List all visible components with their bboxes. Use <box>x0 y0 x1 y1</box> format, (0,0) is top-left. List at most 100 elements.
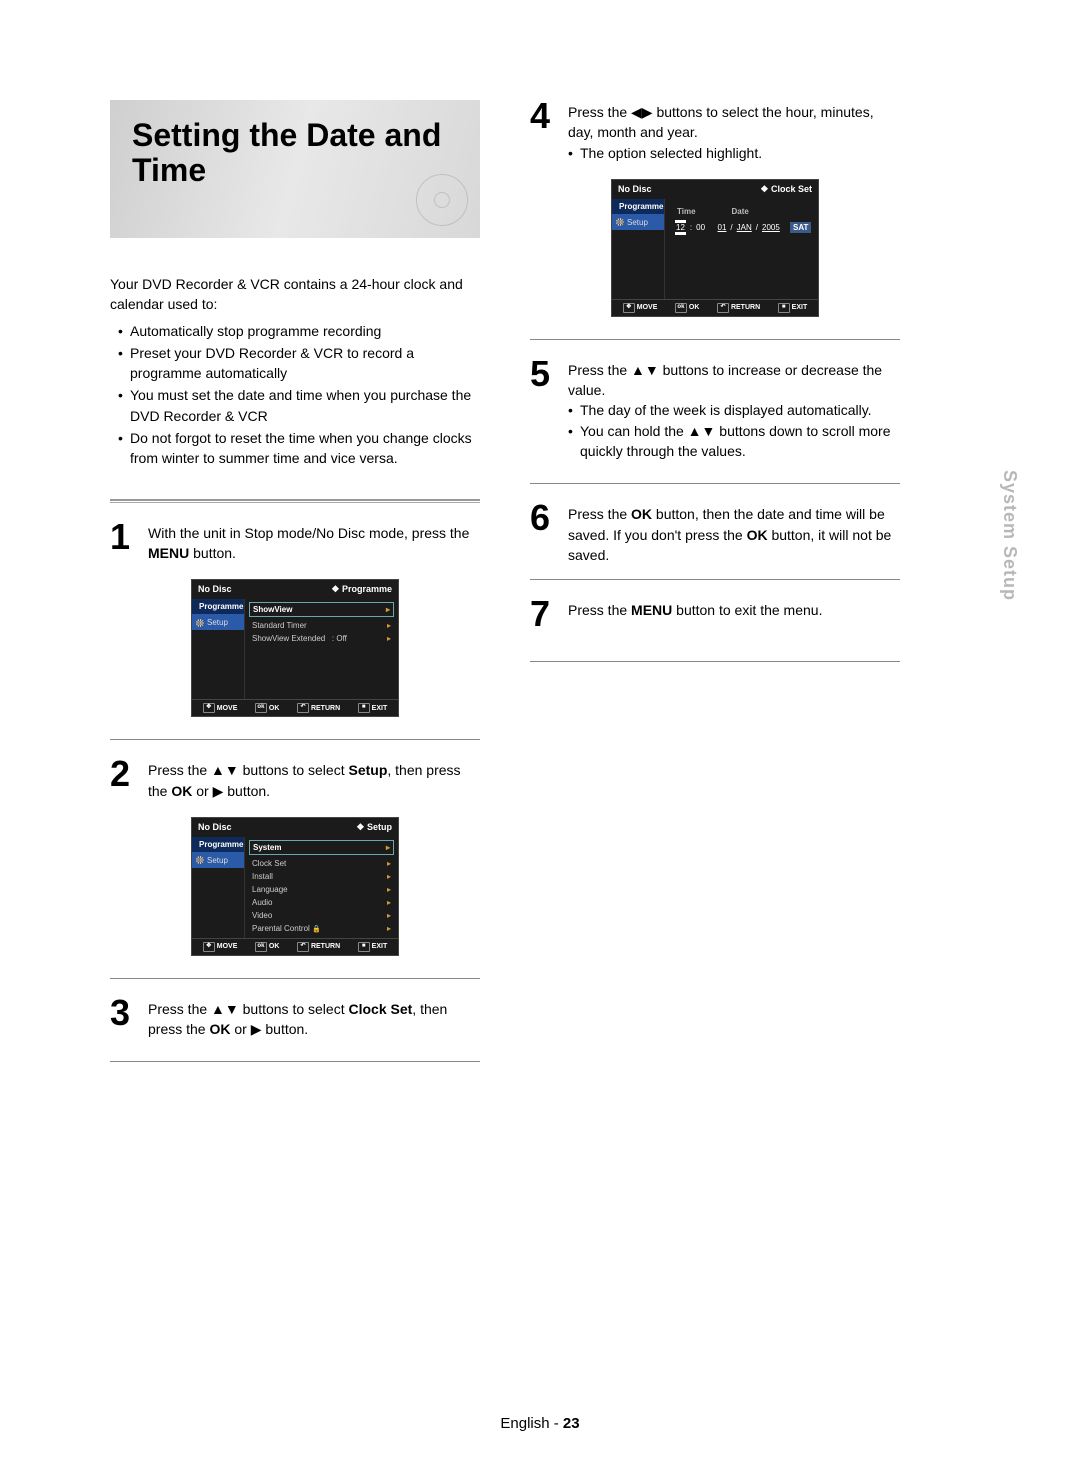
step-number: 3 <box>110 997 138 1040</box>
step-number: 6 <box>530 502 558 565</box>
step-1: 1 With the unit in Stop mode/No Disc mod… <box>110 521 480 564</box>
dow-field: SAT <box>790 222 811 233</box>
chevron-right-icon: ▸ <box>387 898 391 907</box>
sidebar-item-programme[interactable]: Programme <box>192 837 244 853</box>
step-body: With the unit in Stop mode/No Disc mode,… <box>148 521 480 564</box>
section-side-label: System Setup <box>999 470 1020 601</box>
chevron-right-icon: ▸ <box>387 859 391 868</box>
title-box: Setting the Date and Time <box>110 100 480 238</box>
chevron-right-icon: ▸ <box>387 885 391 894</box>
osd-footer: ✥MOVE okOK ↶RETURN ■EXIT <box>612 299 818 316</box>
step-number: 7 <box>530 598 558 630</box>
ok-icon: ok <box>255 942 267 952</box>
sidebar-item-setup[interactable]: Setup <box>192 615 244 630</box>
chevron-right-icon: ▸ <box>387 911 391 920</box>
step-5: 5 Press the ▲▼ buttons to increase or de… <box>530 358 900 461</box>
date-label: Date <box>732 207 749 216</box>
osd-sidebar: Programme Setup <box>612 199 665 299</box>
gear-icon <box>616 218 624 226</box>
hour-field[interactable]: 12 <box>675 220 686 235</box>
osd-footer: ✥MOVE okOK ↶RETURN ■EXIT <box>192 699 398 716</box>
osd-nodisc: No Disc <box>198 584 232 595</box>
menu-row-standard-timer[interactable]: Standard Timer▸ <box>249 619 394 632</box>
chevron-right-icon: ▸ <box>387 621 391 630</box>
osd-main-panel: System▸ Clock Set▸ Install▸ Language▸ Au… <box>245 837 398 938</box>
menu-row-showview-ext[interactable]: ShowView Extended : Off▸ <box>249 632 394 645</box>
osd-footer: ✥MOVE okOK ↶RETURN ■EXIT <box>192 938 398 955</box>
page-footer: English - 23 <box>0 1415 1080 1432</box>
menu-row-showview[interactable]: ShowView▸ <box>249 602 394 617</box>
menu-row-system[interactable]: System▸ <box>249 840 394 855</box>
step-body: Press the OK button, then the date and t… <box>568 502 900 565</box>
osd-sidebar: Programme Setup <box>192 837 245 938</box>
step-body: Press the ▲▼ buttons to select Clock Set… <box>148 997 480 1040</box>
exit-icon: ■ <box>778 303 790 313</box>
chevron-right-icon: ▸ <box>387 924 391 933</box>
minute-field[interactable]: 00 <box>696 223 705 232</box>
move-icon: ✥ <box>203 942 215 952</box>
step-number: 4 <box>530 100 558 163</box>
osd-breadcrumb: Clock Set <box>771 184 812 194</box>
step-number: 1 <box>110 521 138 564</box>
osd-setup-menu: No Disc ❖ Setup Programme Setup System▸ … <box>191 817 399 956</box>
osd-clock-set: No Disc ❖ Clock Set Programme Setup Time… <box>611 179 819 317</box>
menu-row-video[interactable]: Video▸ <box>249 909 394 922</box>
bullet-4: Do not forgot to reset the time when you… <box>130 428 480 469</box>
chevron-right-icon: ▸ <box>387 634 391 643</box>
right-column: 4 Press the ◀▶ buttons to select the hou… <box>530 100 900 1080</box>
step-body: Press the ▲▼ buttons to increase or decr… <box>568 358 900 461</box>
return-icon: ↶ <box>717 303 729 313</box>
return-icon: ↶ <box>297 703 309 713</box>
chevron-right-icon: ▸ <box>387 872 391 881</box>
exit-icon: ■ <box>358 703 370 713</box>
bullet-2: Preset your DVD Recorder & VCR to record… <box>130 343 480 384</box>
step-number: 5 <box>530 358 558 461</box>
menu-row-clock-set[interactable]: Clock Set▸ <box>249 857 394 870</box>
bullet-1: Automatically stop programme recording <box>130 321 480 341</box>
step-body: Press the ◀▶ buttons to select the hour,… <box>568 100 900 163</box>
gear-icon <box>196 619 204 627</box>
menu-row-install[interactable]: Install▸ <box>249 870 394 883</box>
bullet-3: You must set the date and time when you … <box>130 385 480 426</box>
osd-nodisc: No Disc <box>198 822 232 833</box>
gear-icon <box>196 856 204 864</box>
chevron-right-icon: ▸ <box>386 605 390 614</box>
move-icon: ✥ <box>203 703 215 713</box>
ok-icon: ok <box>255 703 267 713</box>
disc-icon <box>416 174 468 226</box>
sidebar-item-programme[interactable]: Programme <box>192 599 244 615</box>
sidebar-item-programme[interactable]: Programme <box>612 199 664 215</box>
osd-sidebar: Programme Setup <box>192 599 245 699</box>
move-icon: ✥ <box>623 303 635 313</box>
day-field[interactable]: 01 <box>718 223 727 232</box>
menu-row-audio[interactable]: Audio▸ <box>249 896 394 909</box>
osd-programme-menu: No Disc ❖ Programme Programme Setup Show… <box>191 579 399 717</box>
step-6: 6 Press the OK button, then the date and… <box>530 502 900 565</box>
sidebar-item-setup[interactable]: Setup <box>612 215 664 230</box>
step-body: Press the MENU button to exit the menu. <box>568 598 900 630</box>
intro-text: Your DVD Recorder & VCR contains a 24-ho… <box>110 274 480 315</box>
clock-panel: Time Date 12: 00 01 / JAN / 2005 SAT <box>665 199 819 299</box>
return-icon: ↶ <box>297 942 309 952</box>
year-field[interactable]: 2005 <box>762 223 780 232</box>
chevron-right-icon: ▸ <box>386 843 390 852</box>
step-3: 3 Press the ▲▼ buttons to select Clock S… <box>110 997 480 1040</box>
osd-breadcrumb: Programme <box>342 584 392 594</box>
menu-row-language[interactable]: Language▸ <box>249 883 394 896</box>
step-number: 2 <box>110 758 138 801</box>
step-body: Press the ▲▼ buttons to select Setup, th… <box>148 758 480 801</box>
page-title: Setting the Date and Time <box>132 118 460 188</box>
osd-nodisc: No Disc <box>618 184 652 195</box>
osd-main-panel: ShowView▸ Standard Timer▸ ShowView Exten… <box>245 599 398 699</box>
step-2: 2 Press the ▲▼ buttons to select Setup, … <box>110 758 480 801</box>
month-field[interactable]: JAN <box>737 223 752 232</box>
left-column: Setting the Date and Time Your DVD Recor… <box>110 100 480 1080</box>
intro-bullets: •Automatically stop programme recording … <box>118 321 480 469</box>
sidebar-item-setup[interactable]: Setup <box>192 853 244 868</box>
step-7: 7 Press the MENU button to exit the menu… <box>530 598 900 630</box>
step-4: 4 Press the ◀▶ buttons to select the hou… <box>530 100 900 163</box>
osd-breadcrumb: Setup <box>367 822 392 832</box>
exit-icon: ■ <box>358 942 370 952</box>
menu-row-parental[interactable]: Parental Control 🔒▸ <box>249 922 394 935</box>
time-label: Time <box>677 207 696 216</box>
